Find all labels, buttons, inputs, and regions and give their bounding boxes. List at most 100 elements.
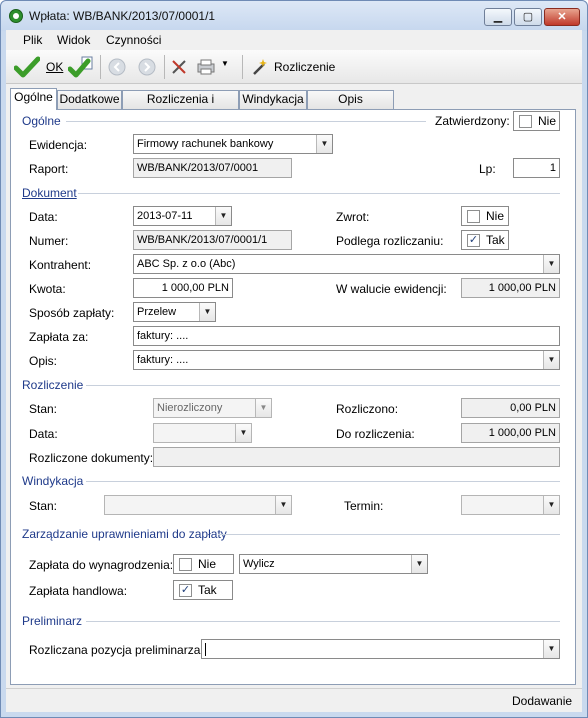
numer-field: WB/BANK/2013/07/0001/1 (133, 230, 292, 250)
opis-label: Opis: (29, 354, 58, 368)
maximize-icon: ▢ (522, 11, 534, 23)
section-preliminarz: Preliminarz (22, 614, 83, 628)
stan-label: Stan: (29, 402, 58, 416)
check-icon: ✓ (179, 584, 192, 597)
kwota-label: Kwota: (29, 282, 66, 296)
checkbox-box (179, 558, 192, 571)
divider (218, 534, 560, 535)
pozycja-label: Rozliczana pozycja preliminarza: (29, 643, 204, 657)
zatwierdzony-checkbox[interactable]: Nie (513, 111, 560, 131)
chevron-down-icon[interactable]: ▼ (543, 351, 559, 369)
wand-icon[interactable] (250, 57, 270, 77)
section-rozliczenie: Rozliczenie (22, 378, 84, 392)
windykacja-stan-select[interactable]: ▼ (104, 495, 292, 515)
toolbar: OK ▼ Rozliczenie (6, 50, 582, 84)
podlega-checkbox[interactable]: ✓ Tak (461, 230, 509, 250)
chevron-down-icon[interactable]: ▼ (215, 207, 231, 225)
stan-select[interactable]: Nierozliczony ▼ (153, 398, 272, 418)
chevron-down-icon[interactable]: ▼ (199, 303, 215, 321)
tab-rozliczenia-przelewy[interactable]: Rozliczenia i Przelewy (122, 90, 239, 123)
close-button[interactable]: ✕ (544, 8, 580, 26)
opis-select[interactable]: faktury: .... ▼ (133, 350, 560, 370)
ok-and-new-icon[interactable] (68, 55, 94, 79)
title-bar[interactable]: Wpłata: WB/BANK/2013/07/0001/1 ▁ ▢ ✕ (1, 1, 587, 31)
menu-czynnosci[interactable]: Czynności (106, 33, 161, 47)
zwrot-checkbox[interactable]: Nie (461, 206, 509, 226)
termin-label: Termin: (344, 499, 384, 513)
divider (78, 193, 560, 194)
data-value: 2013-07-11 (137, 210, 193, 222)
handlowa-value: Tak (198, 583, 217, 597)
podlega-label: Podlega rozliczaniu: (336, 234, 444, 248)
chevron-down-icon[interactable]: ▼ (411, 555, 427, 573)
kontrahent-select[interactable]: ABC Sp. z o.o (Abc) ▼ (133, 254, 560, 274)
termin-select[interactable]: ▼ (461, 495, 560, 515)
rozliczenie-data-label: Data: (29, 427, 58, 441)
menu-widok[interactable]: Widok (57, 33, 90, 47)
pozycja-select[interactable]: ▼ (201, 639, 560, 659)
text-cursor (205, 642, 206, 656)
menu-bar: Plik Widok Czynności (6, 30, 582, 50)
chevron-down-icon[interactable]: ▼ (543, 640, 559, 658)
tab-ogolne[interactable]: Ogólne (10, 88, 57, 110)
chevron-down-icon[interactable]: ▼ (275, 496, 291, 514)
wylicz-select[interactable]: Wylicz ▼ (239, 554, 428, 574)
handlowa-checkbox[interactable]: ✓ Tak (173, 580, 233, 600)
wylicz-value: Wylicz (243, 558, 275, 570)
walucie-label: W walucie ewidencji: (336, 282, 447, 296)
chevron-down-icon[interactable]: ▼ (235, 424, 251, 442)
zaplata-label: Zapłata za: (29, 330, 89, 344)
sposob-label: Sposób zapłaty: (29, 306, 115, 320)
check-icon: ✓ (467, 234, 480, 247)
rozliczenie-button[interactable]: Rozliczenie (274, 60, 335, 74)
divider (86, 385, 560, 386)
kontrahent-value: ABC Sp. z o.o (Abc) (137, 258, 236, 270)
divider (86, 481, 560, 482)
ok-check-icon[interactable] (14, 56, 40, 78)
opis-value: faktury: .... (137, 354, 189, 366)
kontrahent-label: Kontrahent: (29, 258, 92, 272)
tab-dodatkowe[interactable]: Dodatkowe (57, 90, 122, 109)
rozliczone-dokumenty-label: Rozliczone dokumenty: (29, 451, 154, 465)
rozliczono-label: Rozliczono: (336, 402, 399, 416)
section-uprawnienia: Zarządzanie uprawnieniami do zapłaty (22, 527, 227, 541)
data-date-picker[interactable]: 2013-07-11 ▼ (133, 206, 232, 226)
print-icon[interactable] (196, 58, 216, 76)
tab-windykacja[interactable]: Windykacja (239, 90, 307, 109)
chevron-down-icon[interactable]: ▼ (543, 496, 559, 514)
ok-button[interactable]: OK (46, 60, 63, 74)
numer-label: Numer: (29, 234, 69, 248)
windykacja-stan-label: Stan: (29, 499, 58, 513)
zatwierdzony-label: Zatwierdzony: (435, 114, 510, 128)
do-rozliczenia-label: Do rozliczenia: (336, 427, 415, 441)
toolbar-separator (242, 55, 243, 79)
next-icon[interactable] (138, 58, 156, 76)
chevron-down-icon[interactable]: ▼ (255, 399, 271, 417)
zaplata-input[interactable]: faktury: .... (133, 326, 560, 346)
wynagrodzenia-label: Zapłata do wynagrodzenia: (29, 558, 174, 572)
divider (66, 121, 426, 122)
chevron-down-icon[interactable]: ▼ (543, 255, 559, 273)
lp-input[interactable]: 1 (513, 158, 560, 178)
menu-plik[interactable]: Plik (23, 33, 42, 47)
zatwierdzony-value: Nie (538, 114, 557, 128)
rozliczono-field: 0,00 PLN (461, 398, 560, 418)
toolbar-separator (100, 55, 101, 79)
wynagrodzenia-checkbox[interactable]: Nie (173, 554, 234, 574)
previous-icon[interactable] (108, 58, 126, 76)
checkbox-box (519, 115, 532, 128)
print-dropdown-icon[interactable]: ▼ (221, 59, 229, 68)
tools-icon[interactable] (170, 58, 190, 76)
ewidencja-value: Firmowy rachunek bankowy (137, 138, 274, 150)
app-icon (9, 9, 23, 23)
minimize-button[interactable]: ▁ (484, 8, 512, 26)
kwota-input[interactable]: 1 000,00 PLN (133, 278, 233, 298)
sposob-select[interactable]: Przelew ▼ (133, 302, 216, 322)
tab-panel-ogolne (10, 109, 576, 685)
raport-label: Raport: (29, 162, 69, 176)
ewidencja-select[interactable]: Firmowy rachunek bankowy ▼ (133, 134, 333, 154)
maximize-button[interactable]: ▢ (514, 8, 542, 26)
chevron-down-icon[interactable]: ▼ (316, 135, 332, 153)
rozliczenie-data-picker[interactable]: ▼ (153, 423, 252, 443)
tab-opis-analityczny[interactable]: Opis analityczny (307, 90, 394, 123)
